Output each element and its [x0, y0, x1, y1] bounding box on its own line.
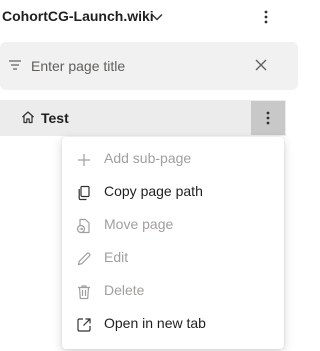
close-icon[interactable]: [254, 58, 268, 72]
more-vertical-icon: [266, 111, 270, 125]
menu-item-delete: Delete: [62, 275, 284, 308]
more-vertical-icon[interactable]: [256, 6, 276, 28]
wiki-title[interactable]: CohortCG-Launch.wiki: [2, 8, 154, 24]
menu-item-move-page: Move page: [62, 209, 284, 242]
trash-icon: [78, 285, 90, 300]
copy-icon: [78, 185, 90, 201]
menu-item-label: Move page: [104, 216, 174, 232]
open-new-tab-icon: [77, 318, 91, 332]
page-title-filter-input[interactable]: [26, 52, 238, 80]
page-more-button[interactable]: [251, 101, 285, 135]
filter-icon: [9, 60, 21, 70]
pencil-icon: [77, 252, 91, 266]
wiki-header: CohortCG-Launch.wiki: [0, 0, 302, 34]
menu-item-label: Open in new tab: [104, 315, 206, 331]
menu-item-copy-page-path[interactable]: Copy page path: [62, 176, 284, 209]
tree-item-label[interactable]: Test: [41, 110, 69, 126]
chevron-down-icon[interactable]: [150, 10, 164, 24]
menu-item-add-sub-page: Add sub-page: [62, 143, 284, 176]
menu-item-label: Copy page path: [104, 183, 203, 199]
page-context-menu: Add sub-page Copy page path Move page Ed…: [62, 137, 284, 349]
plus-icon: [78, 154, 90, 166]
menu-item-label: Edit: [104, 249, 129, 265]
move-icon: [76, 218, 90, 234]
home-icon: [22, 111, 34, 124]
menu-item-edit: Edit: [62, 242, 284, 275]
menu-item-open-in-new-tab[interactable]: Open in new tab: [62, 308, 284, 341]
menu-item-label: Add sub-page: [104, 150, 192, 166]
menu-item-label: Delete: [104, 282, 145, 298]
